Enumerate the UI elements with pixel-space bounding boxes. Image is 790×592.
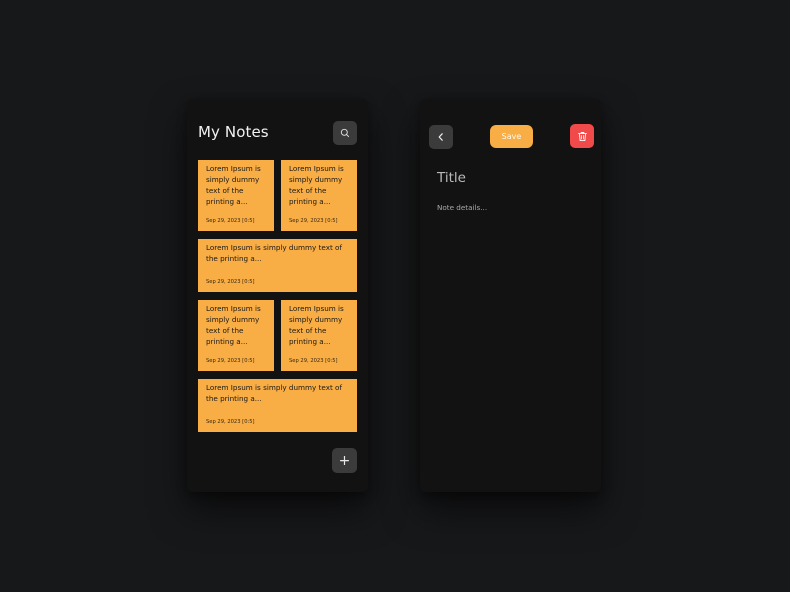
page-title: My Notes (198, 123, 269, 141)
note-date: Sep 29, 2023 [0:5] (289, 218, 338, 224)
note-date: Sep 29, 2023 [0:5] (206, 279, 255, 285)
chevron-left-icon (438, 133, 443, 141)
search-icon (340, 128, 350, 138)
note-text: Lorem Ipsum is simply dummy text of the … (289, 304, 344, 346)
note-text: Lorem Ipsum is simply dummy text of the … (289, 164, 344, 206)
note-date: Sep 29, 2023 [0:5] (289, 358, 338, 364)
note-card[interactable]: Lorem Ipsum is simply dummy text of the … (198, 300, 274, 371)
note-card[interactable]: Lorem Ipsum is simply dummy text of the … (198, 379, 357, 432)
note-date: Sep 29, 2023 [0:5] (206, 419, 255, 425)
plus-icon: + (338, 452, 351, 469)
delete-button[interactable] (570, 124, 594, 148)
details-input[interactable]: Note details... (437, 203, 487, 212)
note-card[interactable]: Lorem Ipsum is simply dummy text of the … (198, 239, 357, 292)
search-button[interactable] (333, 121, 357, 145)
title-input[interactable]: Title (437, 170, 466, 186)
trash-icon (577, 131, 587, 141)
note-card[interactable]: Lorem Ipsum is simply dummy text of the … (198, 160, 274, 231)
save-button[interactable]: Save (490, 125, 533, 148)
back-button[interactable] (429, 125, 453, 149)
note-card[interactable]: Lorem Ipsum is simply dummy text of the … (281, 300, 357, 371)
note-date: Sep 29, 2023 [0:5] (206, 218, 255, 224)
note-text: Lorem Ipsum is simply dummy text of the … (206, 304, 261, 346)
note-text: Lorem Ipsum is simply dummy text of the … (206, 383, 342, 403)
note-editor-screen: Save Title Note details... (420, 99, 601, 492)
note-text: Lorem Ipsum is simply dummy text of the … (206, 164, 261, 206)
notes-list-screen: My Notes Lorem Ipsum is simply dummy tex… (187, 99, 368, 492)
note-date: Sep 29, 2023 [0:5] (206, 358, 255, 364)
note-card[interactable]: Lorem Ipsum is simply dummy text of the … (281, 160, 357, 231)
add-note-button[interactable]: + (332, 448, 357, 473)
note-text: Lorem Ipsum is simply dummy text of the … (206, 243, 342, 263)
